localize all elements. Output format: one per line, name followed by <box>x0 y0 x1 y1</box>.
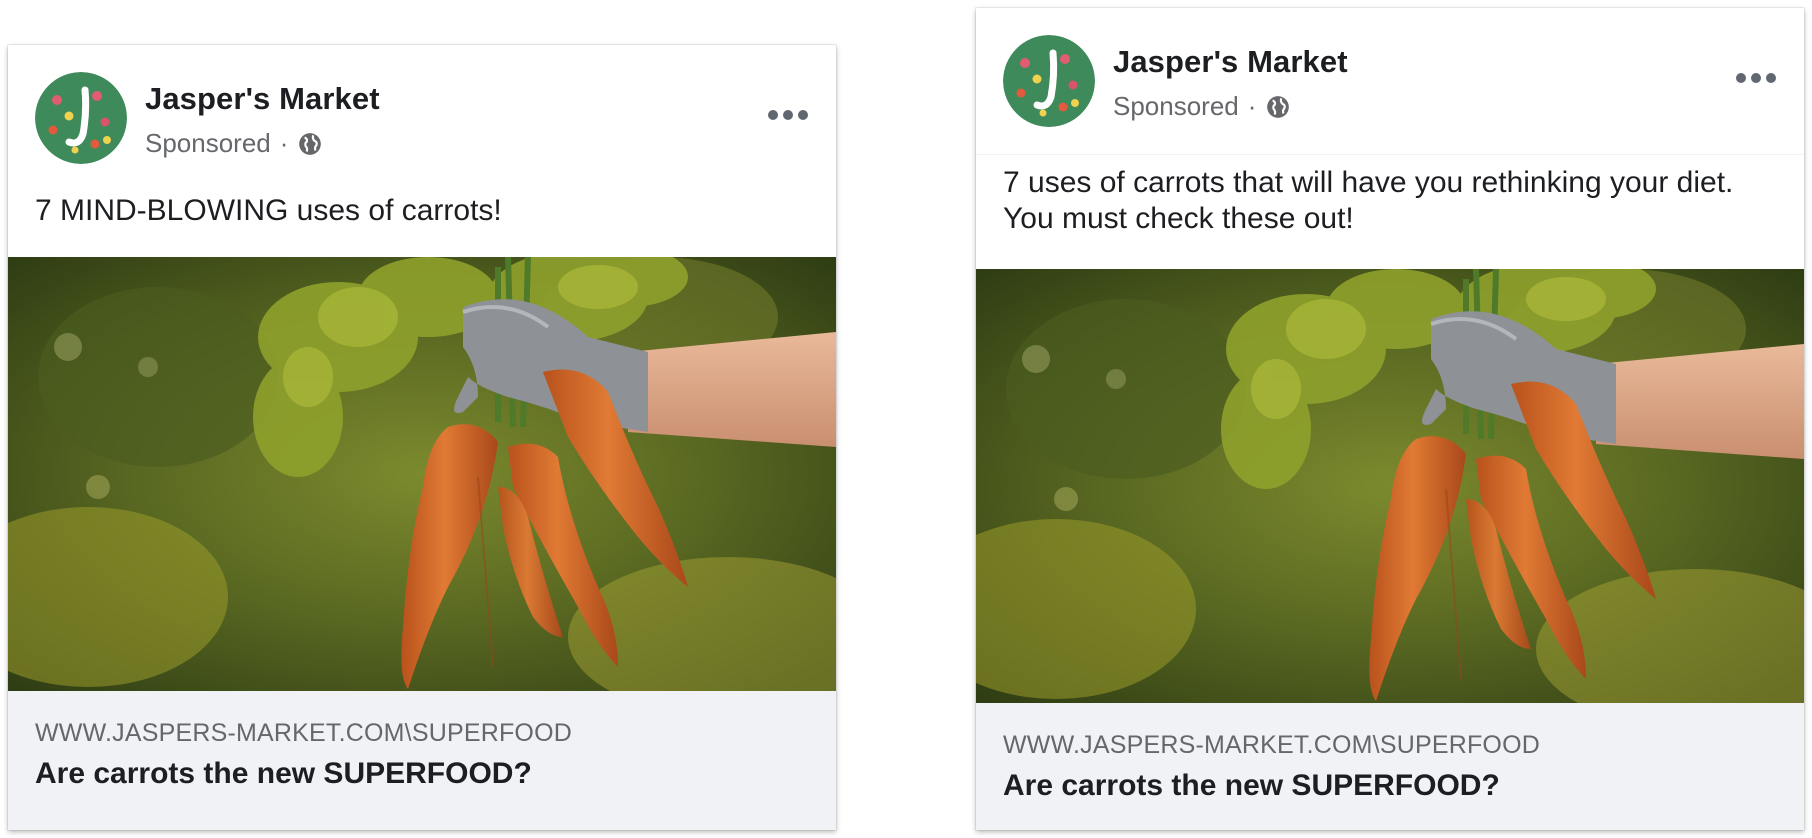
more-dot <box>768 110 778 120</box>
page-name[interactable]: Jasper's Market <box>145 81 380 117</box>
page-avatar[interactable] <box>35 72 127 164</box>
more-dot <box>783 110 793 120</box>
more-options-icon[interactable] <box>1736 68 1776 88</box>
ad-header: Jasper's Market Sponsored · <box>976 8 1804 155</box>
more-dot <box>1751 73 1761 83</box>
sponsored-label[interactable]: Sponsored <box>1113 91 1239 122</box>
sponsored-label[interactable]: Sponsored <box>145 128 271 159</box>
more-dot <box>1736 73 1746 83</box>
link-title: Are carrots the new SUPERFOOD? <box>35 757 532 790</box>
link-title: Are carrots the new SUPERFOOD? <box>1003 769 1500 802</box>
carrots-photo <box>8 257 836 691</box>
ad-header: Jasper's Market Sponsored · <box>8 45 836 191</box>
ad-caption: 7 uses of carrots that will have you ret… <box>1003 166 1734 235</box>
ad-image[interactable] <box>976 269 1804 703</box>
more-options-icon[interactable] <box>768 105 808 125</box>
ad-card-left: Jasper's Market Sponsored · 7 MIND-BLOWI… <box>8 45 836 830</box>
more-dot <box>1766 73 1776 83</box>
globe-icon[interactable] <box>1265 94 1291 120</box>
more-dot <box>798 110 808 120</box>
ad-card-right: Jasper's Market Sponsored · 7 uses of ca… <box>976 8 1804 830</box>
post-meta: Sponsored · <box>1113 91 1291 122</box>
carrots-photo <box>976 269 1804 703</box>
jaspers-market-logo-icon <box>1003 35 1095 127</box>
page-name[interactable]: Jasper's Market <box>1113 44 1348 80</box>
page-avatar[interactable] <box>1003 35 1095 127</box>
meta-separator: · <box>1247 91 1257 121</box>
post-meta: Sponsored · <box>145 128 323 159</box>
jaspers-market-logo-icon <box>35 72 127 164</box>
link-preview[interactable]: WWW.JASPERS-MARKET.COM\SUPERFOOD Are car… <box>976 703 1804 830</box>
globe-icon[interactable] <box>297 131 323 157</box>
ad-image[interactable] <box>8 257 836 691</box>
meta-separator: · <box>279 128 289 158</box>
link-preview[interactable]: WWW.JASPERS-MARKET.COM\SUPERFOOD Are car… <box>8 691 836 830</box>
ad-caption: 7 MIND-BLOWING uses of carrots! <box>35 194 502 227</box>
link-url: WWW.JASPERS-MARKET.COM\SUPERFOOD <box>35 719 572 747</box>
link-url: WWW.JASPERS-MARKET.COM\SUPERFOOD <box>1003 731 1540 759</box>
